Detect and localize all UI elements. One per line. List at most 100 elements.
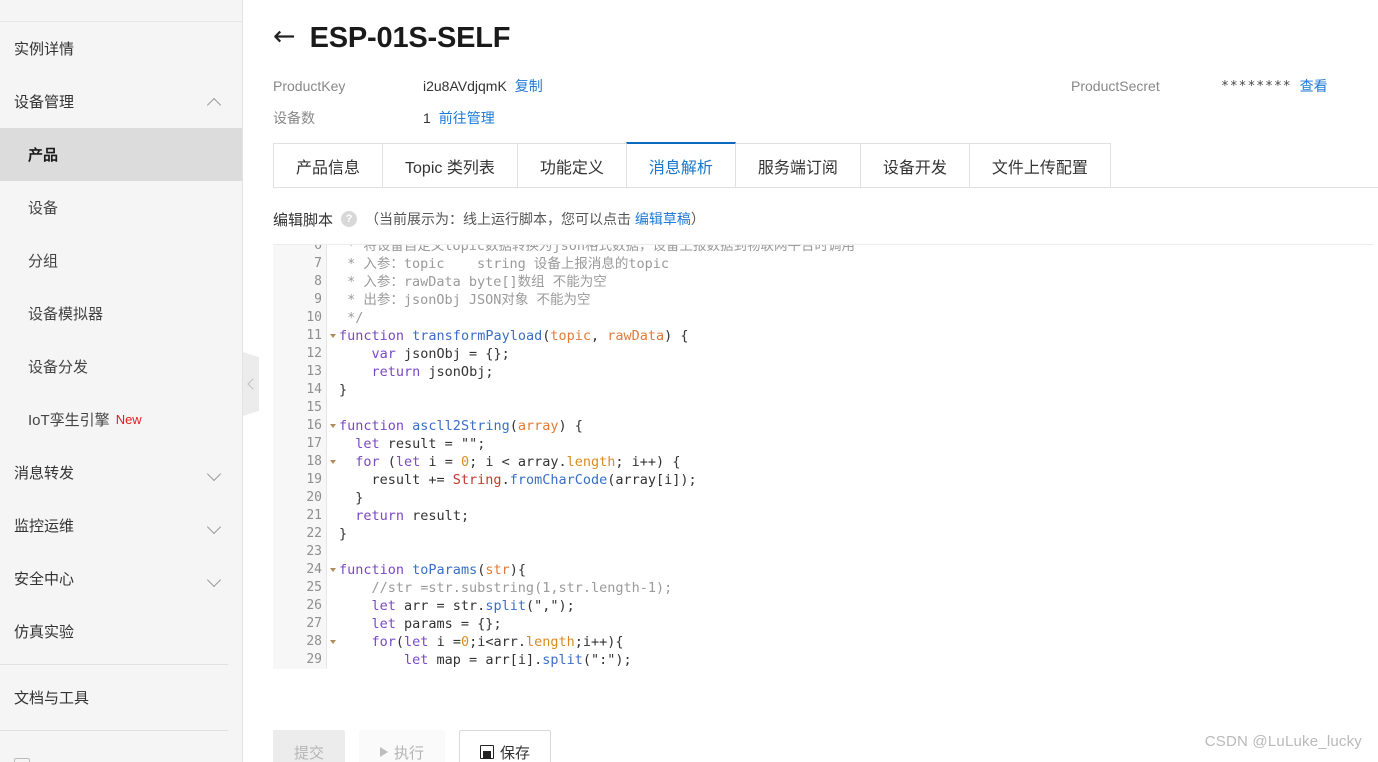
code-line: 24 function toParams(str){	[273, 561, 1374, 579]
line-number: 12	[273, 345, 327, 363]
product-key-value: i2u8AVdjqmK	[423, 78, 507, 94]
code-text: * 入参：topic string 设备上报消息的topic	[339, 256, 670, 272]
go-to-manage-link[interactable]: 前往管理	[439, 108, 495, 128]
code-line: 8 * 入参：rawData byte[]数组 不能为空	[273, 273, 1374, 291]
code-line: 17 let result = "";	[273, 435, 1374, 453]
sidebar-item-label: 安全中心	[14, 571, 75, 588]
code-line: 10 */	[273, 309, 1374, 327]
sidebar-item-device[interactable]: 设备	[0, 181, 242, 234]
code-text: //str =str.substring(1,str.length-1);	[339, 580, 673, 596]
fold-toggle-icon[interactable]	[330, 568, 336, 572]
sidebar-item-partial[interactable]	[0, 737, 242, 762]
code-line: 22}	[273, 525, 1374, 543]
code-line: 6 * 将设备自定义topic数据转换为json格式数据，设备上报数据到物联网平…	[273, 245, 1374, 255]
line-number: 24	[273, 561, 336, 579]
fold-toggle-icon[interactable]	[330, 334, 336, 338]
sidebar-group-device-management[interactable]: 设备管理	[0, 75, 242, 128]
save-icon	[480, 745, 495, 759]
sidebar-item-label: 产品	[28, 147, 59, 164]
sidebar-divider	[0, 664, 228, 665]
fold-toggle-icon[interactable]	[330, 460, 336, 464]
device-count-value: 1	[423, 110, 431, 126]
sidebar-group-message-forwarding[interactable]: 消息转发	[0, 446, 242, 499]
sidebar-item-instance-detail[interactable]: 实例详情	[0, 22, 242, 75]
back-arrow-icon[interactable]: ←	[273, 23, 296, 50]
sidebar-item-label: 设备分发	[28, 359, 89, 376]
product-secret-value: ********	[1221, 78, 1292, 94]
sidebar-item-product[interactable]: 产品	[0, 128, 242, 181]
collapse-sidebar-handle[interactable]	[243, 352, 259, 416]
line-number: 11	[273, 327, 336, 345]
view-product-secret-link[interactable]: 查看	[1300, 76, 1328, 96]
code-editor-content[interactable]: 6 * 将设备自定义topic数据转换为json格式数据，设备上报数据到物联网平…	[273, 245, 1374, 669]
line-number: 27	[273, 615, 327, 633]
code-line: 11 function transformPayload(topic, rawDa…	[273, 327, 1374, 345]
sidebar-item-label: 仿真实验	[14, 624, 75, 641]
page-title: ESP-01S-SELF	[309, 22, 511, 54]
tab-function-definition[interactable]: 功能定义	[516, 143, 627, 187]
code-text: let map = arr[i].split(":");	[404, 652, 632, 668]
code-line: 12 var jsonObj = {};	[273, 345, 1374, 363]
code-line: 13 return jsonObj;	[273, 363, 1374, 381]
sidebar-item-label: 设备	[28, 200, 59, 217]
tab-message-parsing[interactable]: 消息解析	[625, 142, 736, 187]
copy-product-key-link[interactable]: 复制	[515, 76, 543, 96]
fold-toggle-icon[interactable]	[330, 424, 336, 428]
code-editor[interactable]: 6 * 将设备自定义topic数据转换为json格式数据，设备上报数据到物联网平…	[273, 244, 1374, 674]
sidebar-item-iot-twin-engine[interactable]: IoT孪生引擎 New	[0, 393, 242, 446]
code-text: * 入参：rawData byte[]数组 不能为空	[339, 274, 607, 290]
watermark: CSDN @LuLuke_lucky	[1204, 733, 1362, 750]
chevron-down-icon	[208, 519, 222, 533]
sidebar-item-label: 分组	[28, 253, 59, 270]
save-button[interactable]: 保存	[459, 730, 552, 762]
code-text: * 出参：jsonObj JSON对象 不能为空	[339, 292, 591, 308]
code-text: for(let i =0;i<arr.length;i++){	[371, 634, 624, 650]
code-text: let arr = str.split(",");	[371, 598, 575, 614]
sidebar-item-group[interactable]: 分组	[0, 234, 242, 287]
run-button[interactable]: 执行	[359, 730, 446, 762]
chevron-down-icon	[208, 466, 222, 480]
sidebar-group-monitoring-ops[interactable]: 监控运维	[0, 499, 242, 552]
sidebar-item-label: 实例详情	[14, 41, 75, 58]
line-number: 6	[273, 245, 327, 255]
run-button-label: 执行	[394, 744, 425, 762]
save-button-label: 保存	[500, 744, 531, 762]
tab-label: 消息解析	[648, 159, 713, 177]
tab-bar: 产品信息 Topic 类列表 功能定义 消息解析 服务端订阅 设备开发 文件上传…	[273, 142, 1378, 188]
tab-label: 设备开发	[882, 159, 947, 177]
play-icon	[380, 747, 389, 757]
tab-topic-list[interactable]: Topic 类列表	[382, 143, 518, 187]
code-text: return jsonObj;	[371, 364, 494, 380]
edit-draft-link[interactable]: 编辑草稿	[635, 211, 691, 227]
help-icon[interactable]: ?	[341, 211, 358, 227]
tab-product-info[interactable]: 产品信息	[273, 143, 384, 187]
tab-file-upload-config[interactable]: 文件上传配置	[968, 143, 1111, 187]
chevron-left-icon	[246, 378, 259, 390]
code-text: let result = "";	[355, 436, 486, 452]
line-number: 19	[273, 471, 327, 489]
code-text: let params = {};	[371, 616, 502, 632]
code-text: function transformPayload(topic, rawData…	[339, 328, 689, 344]
sidebar-item-simulation-lab[interactable]: 仿真实验	[0, 605, 242, 658]
line-number: 9	[273, 291, 327, 309]
submit-button[interactable]: 提交	[273, 730, 346, 762]
sidebar-item-device-distribution[interactable]: 设备分发	[0, 340, 242, 393]
code-line: 23	[273, 543, 1374, 561]
line-number: 23	[273, 543, 327, 561]
code-line: 14}	[273, 381, 1374, 399]
code-line: 18 for (let i = 0; i < array.length; i++…	[273, 453, 1374, 471]
script-header: 编辑脚本 ? （当前展示为：线上运行脚本，您可以点击 编辑草稿）	[273, 188, 1378, 234]
code-line: 9 * 出参：jsonObj JSON对象 不能为空	[273, 291, 1374, 309]
action-bar: 提交 执行 保存	[273, 716, 552, 762]
tab-device-development[interactable]: 设备开发	[859, 143, 970, 187]
line-number: 15	[273, 399, 327, 417]
fold-toggle-icon[interactable]	[330, 640, 336, 644]
app-root: 实例详情 设备管理 产品 设备 分组 设备模拟器 设备分发 IoT孪生引擎 Ne…	[0, 0, 1378, 762]
tab-label: 服务端订阅	[757, 159, 838, 177]
tab-server-subscription[interactable]: 服务端订阅	[734, 143, 861, 187]
sidebar-group-security-center[interactable]: 安全中心	[0, 552, 242, 605]
sidebar-item-device-simulator[interactable]: 设备模拟器	[0, 287, 242, 340]
sidebar-item-docs-tools[interactable]: 文档与工具	[0, 671, 242, 724]
code-line: 29 let map = arr[i].split(":");	[273, 651, 1374, 669]
script-note: （当前展示为：线上运行脚本，您可以点击 编辑草稿）	[365, 209, 705, 229]
